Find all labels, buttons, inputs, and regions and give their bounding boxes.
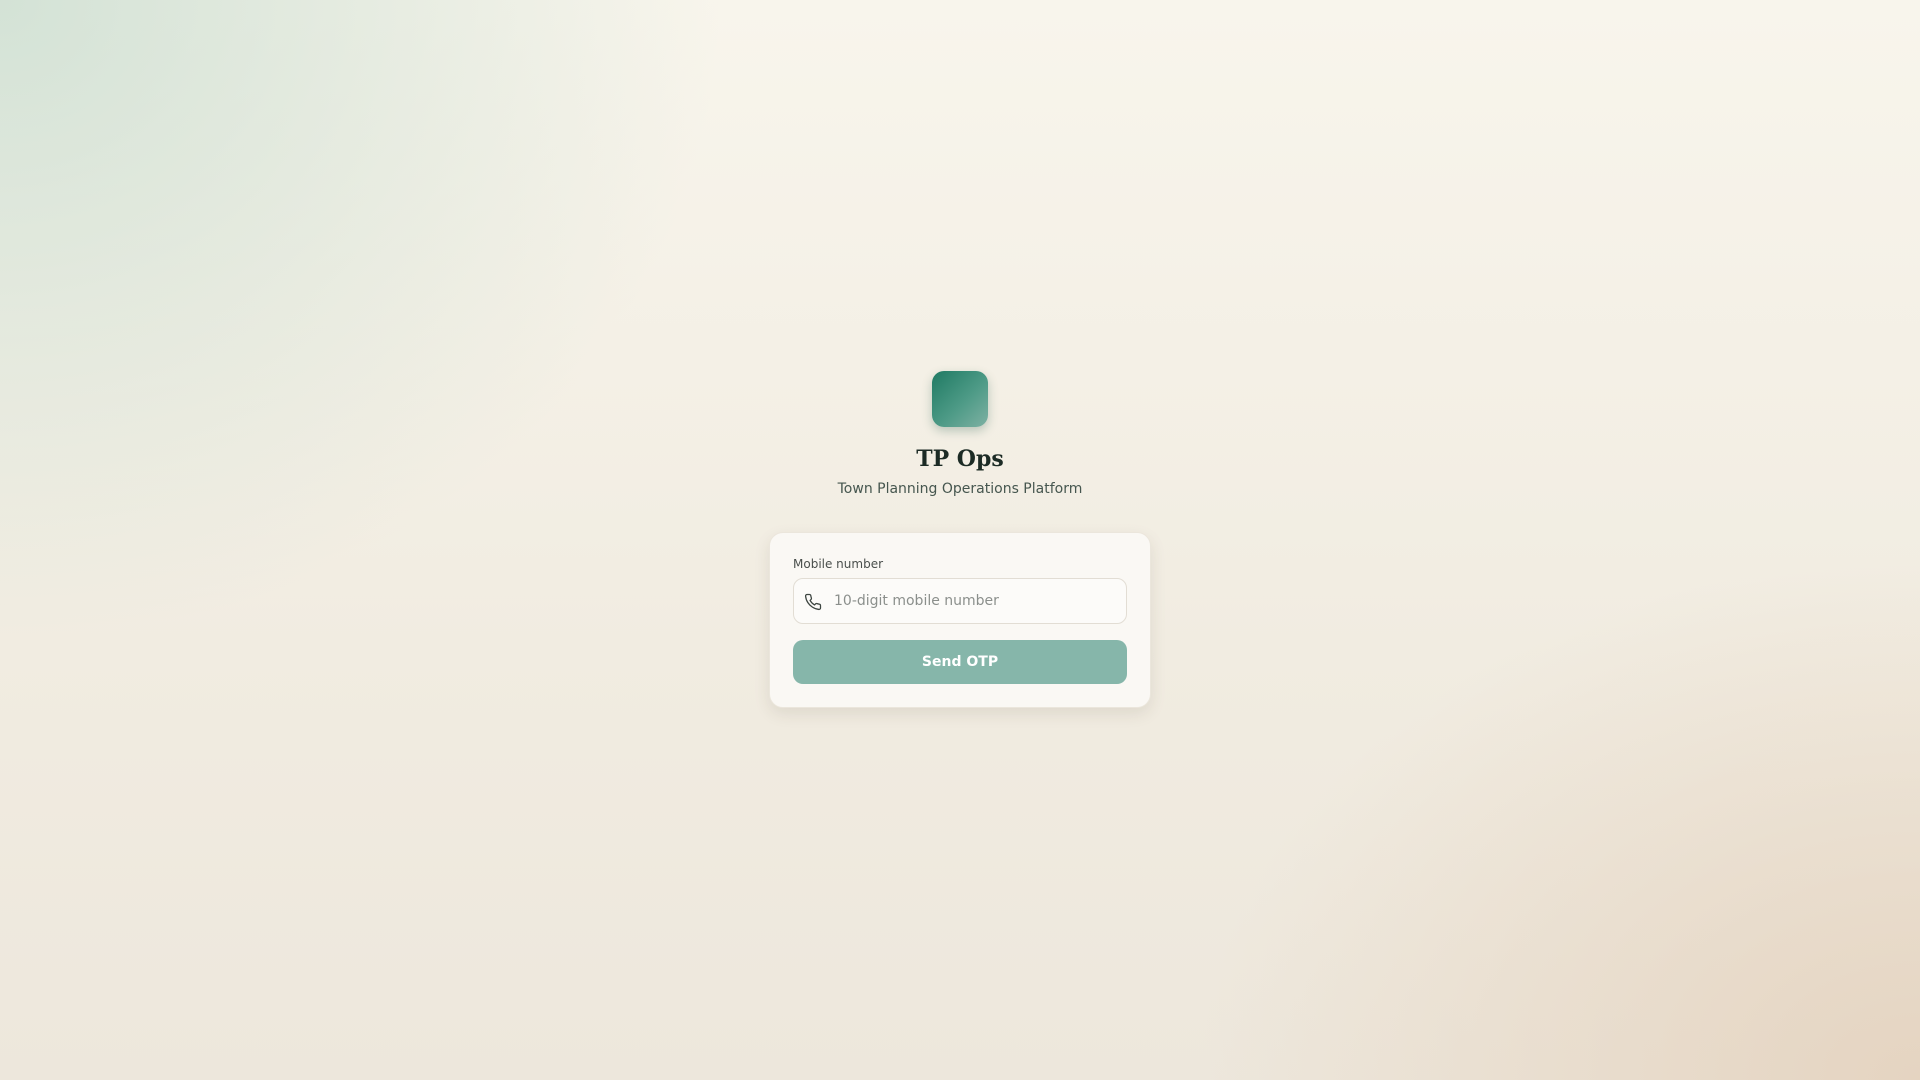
mobile-number-field[interactable]: [793, 578, 1127, 624]
app-subtitle: Town Planning Operations Platform: [837, 481, 1083, 497]
send-otp-button[interactable]: Send OTP: [793, 640, 1127, 684]
phone-icon: [804, 593, 822, 611]
login-card: Mobile number Send OTP: [769, 532, 1151, 708]
app-title: TP Ops: [916, 446, 1004, 472]
mobile-number-label: Mobile number: [793, 557, 884, 571]
app-logo: [932, 371, 988, 427]
login-page: TP Ops Town Planning Operations Platform…: [0, 0, 1920, 1080]
mobile-number-input[interactable]: [832, 579, 1120, 623]
